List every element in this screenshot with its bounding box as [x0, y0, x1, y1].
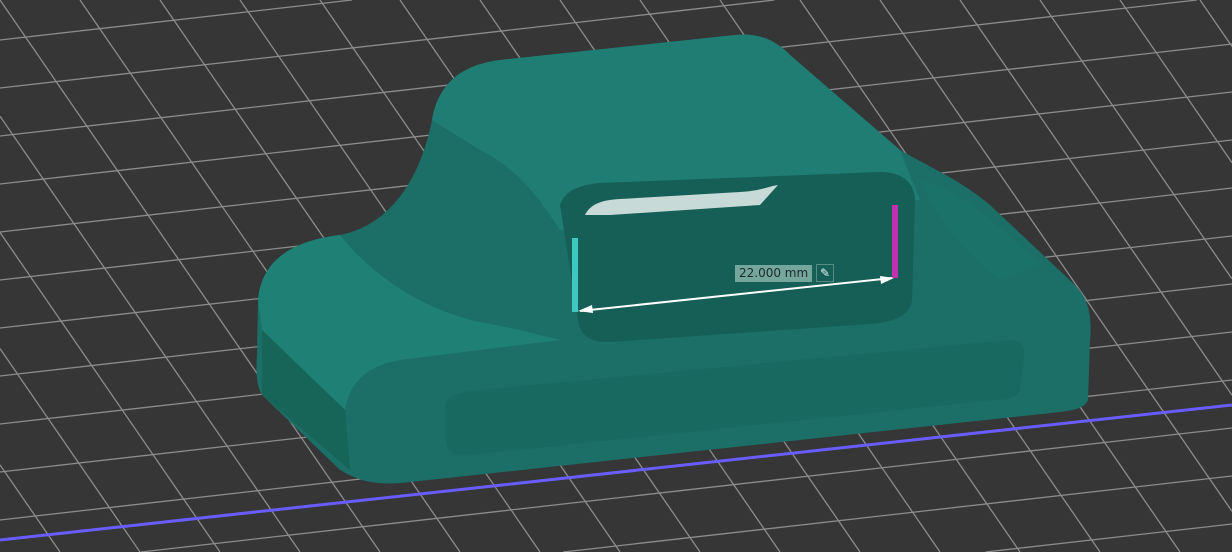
- model[interactable]: [256, 34, 1091, 484]
- 3d-viewport[interactable]: 22.000 mm ✎: [0, 0, 1232, 552]
- grid-line: [985, 523, 1232, 552]
- grid-line: [0, 232, 221, 552]
- grid-line: [0, 348, 141, 552]
- grid-line: [1199, 0, 1232, 47]
- grid-line: [563, 475, 1232, 552]
- grid-line: [0, 115, 301, 552]
- measure-point-a: [572, 238, 578, 312]
- grid-line: [1119, 0, 1232, 164]
- edit-icon[interactable]: ✎: [816, 264, 834, 282]
- measure-point-b: [892, 205, 898, 278]
- grid-line: [0, 0, 353, 41]
- scene: [0, 0, 1232, 552]
- measurement-label: 22.000 mm: [735, 265, 813, 282]
- grid-line: [1039, 0, 1232, 280]
